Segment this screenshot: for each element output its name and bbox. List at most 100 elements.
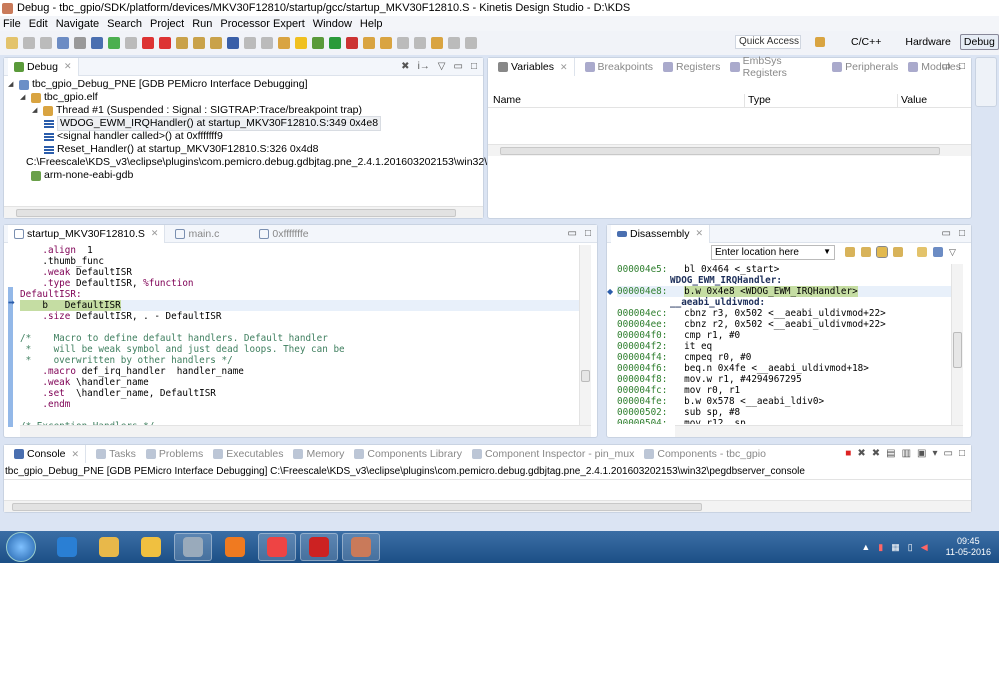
search-icon[interactable]: [397, 37, 409, 49]
tab-console[interactable]: Console ✕: [8, 445, 87, 463]
remove-terminated-icon[interactable]: ✖: [401, 61, 409, 72]
maximize-icon[interactable]: □: [585, 228, 591, 239]
perspective-debug[interactable]: Debug: [959, 34, 999, 50]
minimize-icon[interactable]: ▭: [454, 61, 463, 72]
perspective-cpp[interactable]: C/C++: [851, 36, 881, 48]
drop-to-frame-icon[interactable]: [244, 37, 256, 49]
close-icon[interactable]: ✕: [64, 61, 72, 72]
power-icon[interactable]: ▯: [908, 542, 913, 553]
debug-icon[interactable]: [312, 37, 324, 49]
pin-console-icon[interactable]: ▣: [917, 448, 926, 459]
expand-arrow-icon[interactable]: ◢: [20, 91, 28, 104]
build-icon[interactable]: [74, 37, 86, 49]
menu-file[interactable]: File: [3, 18, 21, 30]
menu-edit[interactable]: Edit: [29, 18, 48, 30]
tab-tasks[interactable]: Tasks: [96, 448, 136, 460]
horizontal-scrollbar[interactable]: [20, 425, 591, 437]
tree-item[interactable]: ◢ tbc_gpio_Debug_PNE [GDB PEMicro Interfa…: [8, 78, 483, 91]
minimize-icon[interactable]: ▭: [942, 228, 951, 239]
menu-run[interactable]: Run: [192, 18, 212, 30]
quick-access-input[interactable]: Quick Access: [735, 35, 801, 49]
vertical-scrollbar[interactable]: [579, 245, 591, 425]
horizontal-scrollbar[interactable]: [488, 144, 971, 156]
use-step-filters-icon[interactable]: [261, 37, 273, 49]
tab-disassembly[interactable]: Disassembly ✕: [611, 224, 711, 243]
close-icon[interactable]: ✕: [560, 62, 568, 73]
disassembly-code[interactable]: 000004e5: bl 0x464 <_start> WDOG_EWM_IRQH…: [617, 264, 951, 424]
tab-embsys-registers[interactable]: EmbSys Registers: [730, 55, 822, 79]
tab-components-tbc-gpio[interactable]: Components - tbc_gpio: [644, 448, 766, 460]
view-menu-icon[interactable]: ▽: [949, 247, 956, 258]
network-icon[interactable]: ▮: [878, 542, 883, 553]
home-icon[interactable]: [861, 247, 871, 257]
remove-launch-icon[interactable]: ✖: [857, 448, 865, 459]
minimize-icon[interactable]: ▭: [568, 228, 577, 239]
maximize-icon[interactable]: □: [959, 228, 965, 239]
forward-icon[interactable]: [448, 37, 460, 49]
close-icon[interactable]: ✕: [72, 449, 80, 460]
tab-executables[interactable]: Executables: [213, 448, 283, 460]
tree-item[interactable]: C:\Freescale\KDS_v3\eclipse\plugins\com.…: [8, 156, 557, 169]
start-button[interactable]: [6, 532, 36, 562]
menu-help[interactable]: Help: [360, 18, 383, 30]
tree-item[interactable]: arm-none-eabi-gdb: [8, 169, 483, 182]
pin-icon[interactable]: [933, 247, 943, 257]
location-input[interactable]: Enter location here ▼: [711, 245, 835, 260]
suspend-icon[interactable]: [125, 37, 137, 49]
new-icon[interactable]: [6, 37, 18, 49]
maximize-icon[interactable]: □: [959, 448, 965, 459]
minimize-icon[interactable]: ▭: [942, 61, 951, 72]
column-type[interactable]: Type: [744, 94, 897, 107]
print-icon[interactable]: [57, 37, 69, 49]
taskbar-media-player[interactable]: [216, 533, 254, 561]
tab-peripherals[interactable]: Peripherals: [832, 61, 898, 73]
horizontal-scrollbar[interactable]: [4, 206, 483, 218]
taskbar-kinetis-design-studio[interactable]: [342, 533, 380, 561]
step-mode-icon[interactable]: i→: [418, 61, 430, 72]
taskbar-outlook[interactable]: [132, 533, 170, 561]
resume-icon[interactable]: [108, 37, 120, 49]
step-into-icon[interactable]: [176, 37, 188, 49]
minimize-icon[interactable]: ▭: [944, 448, 953, 459]
tab-registers[interactable]: Registers: [663, 61, 720, 73]
taskbar-internet-explorer[interactable]: [48, 533, 86, 561]
open-perspective-icon[interactable]: [815, 37, 825, 47]
menu-processor-expert[interactable]: Processor Expert: [220, 18, 304, 30]
tab-components-library[interactable]: Components Library: [354, 448, 462, 460]
open-folder-icon[interactable]: [363, 37, 375, 49]
tab-component-inspector-pin-mux[interactable]: Component Inspector - pin_mux: [471, 448, 634, 460]
tab-variables[interactable]: Variables ✕: [492, 58, 575, 76]
instruction-step-icon[interactable]: [227, 37, 239, 49]
step-return-icon[interactable]: [210, 37, 222, 49]
action-center-icon[interactable]: ▦: [891, 542, 900, 553]
refresh-icon[interactable]: [845, 247, 855, 257]
back-icon[interactable]: [431, 37, 443, 49]
tree-item[interactable]: WDOG_EWM_IRQHandler() at startup_MKV30F1…: [8, 116, 483, 131]
view-menu-icon[interactable]: ▽: [438, 61, 446, 72]
source-code[interactable]: .align 1 .thumb_func .weak DefaultISR .t…: [20, 245, 580, 425]
expand-arrow-icon[interactable]: ◢: [8, 78, 16, 91]
volume-muted-icon[interactable]: ◀: [921, 542, 928, 553]
restart-icon[interactable]: [278, 37, 290, 49]
scroll-lock-icon[interactable]: ▥: [902, 448, 911, 459]
menu-window[interactable]: Window: [313, 18, 352, 30]
taskbar-file-explorer[interactable]: [90, 533, 128, 561]
step-over-icon[interactable]: [193, 37, 205, 49]
new-view-icon[interactable]: [917, 247, 927, 257]
maximize-icon[interactable]: □: [471, 61, 477, 72]
menu-search[interactable]: Search: [107, 18, 142, 30]
maximize-icon[interactable]: □: [959, 61, 965, 72]
editor-tab[interactable]: 0xfffffffe: [259, 228, 309, 240]
column-name[interactable]: Name: [488, 94, 744, 107]
terminate-icon[interactable]: [142, 37, 154, 49]
save-all-icon[interactable]: [40, 37, 52, 49]
minimized-stack[interactable]: [975, 57, 997, 107]
tab-debug[interactable]: Debug ✕: [8, 57, 79, 76]
skip-breakpoints-icon[interactable]: [91, 37, 103, 49]
next-icon[interactable]: [465, 37, 477, 49]
disconnect-icon[interactable]: [159, 37, 171, 49]
editor-tab[interactable]: main.c: [175, 228, 219, 240]
taskbar-calculator[interactable]: [174, 533, 212, 561]
tree-item[interactable]: ◢ tbc_gpio.elf: [8, 91, 483, 104]
external-tools-icon[interactable]: [346, 37, 358, 49]
